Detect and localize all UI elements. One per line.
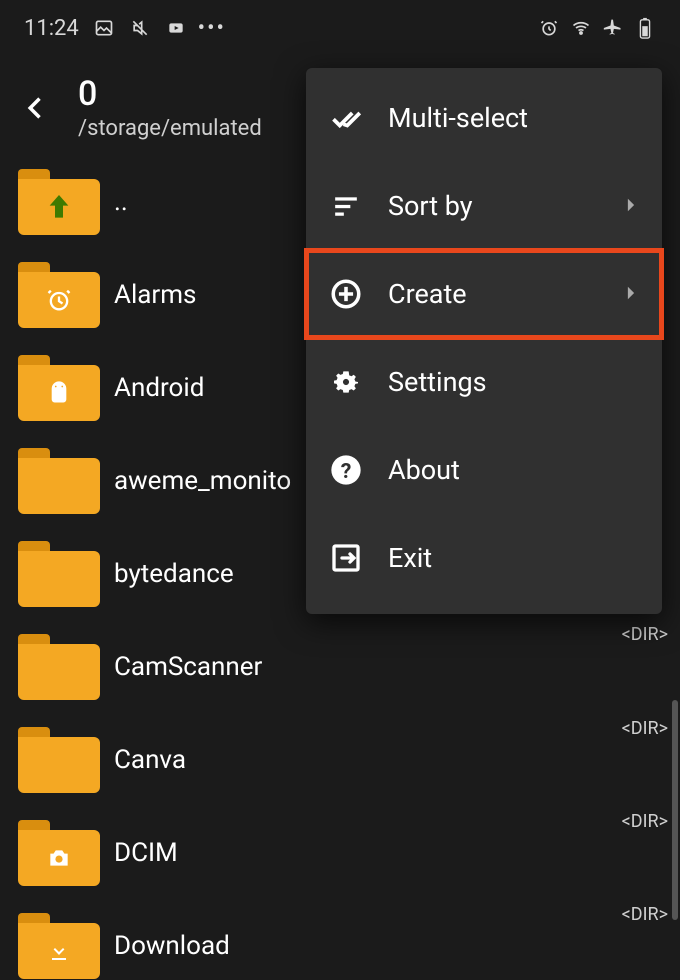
file-name: Download [114, 931, 230, 961]
folder-icon [18, 727, 100, 793]
menu-label: Exit [388, 542, 640, 574]
file-name: Alarms [114, 280, 196, 310]
sort-icon [328, 188, 364, 224]
page-title: 0 [78, 74, 298, 114]
menu-create[interactable]: Create [306, 250, 662, 338]
folder-icon [18, 262, 100, 328]
alarm-icon [538, 17, 560, 39]
overflow-menu: Multi-select Sort by Create Settings ? A… [306, 68, 662, 614]
gear-icon [328, 364, 364, 400]
mute-icon [129, 17, 151, 39]
folder-up-icon [18, 169, 100, 235]
menu-settings[interactable]: Settings [306, 338, 662, 426]
folder-row[interactable]: Download [0, 899, 680, 980]
more-icon: ••• [201, 17, 223, 39]
menu-label: Sort by [388, 190, 602, 222]
file-name: Android [114, 373, 204, 403]
menu-multi-select[interactable]: Multi-select [306, 74, 662, 162]
folder-icon [18, 913, 100, 979]
chevron-right-icon [626, 197, 640, 215]
image-icon [93, 17, 115, 39]
help-icon: ? [328, 452, 364, 488]
file-name: bytedance [114, 559, 234, 589]
menu-exit[interactable]: Exit [306, 514, 662, 602]
clock-icon [45, 286, 73, 314]
download-icon [47, 939, 71, 963]
scrollbar[interactable] [672, 700, 678, 920]
file-name: Canva [114, 745, 186, 775]
folder-icon [18, 820, 100, 886]
file-name: DCIM [114, 838, 178, 868]
multi-select-icon [328, 100, 364, 136]
menu-label: Multi-select [388, 102, 640, 134]
file-name: aweme_monito [114, 466, 291, 496]
status-time: 11:24 [24, 16, 79, 41]
svg-text:?: ? [341, 459, 352, 484]
menu-label: Create [388, 278, 602, 310]
breadcrumb-path: /storage/emulated [78, 116, 298, 141]
file-name: CamScanner [114, 652, 262, 682]
chevron-right-icon [626, 285, 640, 303]
folder-icon [18, 448, 100, 514]
back-button[interactable] [18, 81, 54, 135]
folder-icon [18, 634, 100, 700]
folder-row[interactable]: CamScanner [0, 620, 680, 713]
airplane-icon [602, 17, 624, 39]
menu-about[interactable]: ? About [306, 426, 662, 514]
folder-row[interactable]: DCIM [0, 806, 680, 899]
youtube-icon [165, 17, 187, 39]
battery-icon [634, 17, 656, 39]
status-bar: 11:24 ••• [0, 0, 680, 56]
menu-label: About [388, 454, 640, 486]
folder-icon [18, 355, 100, 421]
menu-label: Settings [388, 366, 640, 398]
camera-icon [46, 845, 72, 871]
folder-icon [18, 541, 100, 607]
android-icon [46, 380, 72, 406]
folder-row[interactable]: Canva [0, 713, 680, 806]
add-circle-icon [328, 276, 364, 312]
wifi-icon [570, 17, 592, 39]
menu-sort-by[interactable]: Sort by [306, 162, 662, 250]
exit-icon [328, 540, 364, 576]
file-name: .. [114, 187, 128, 217]
